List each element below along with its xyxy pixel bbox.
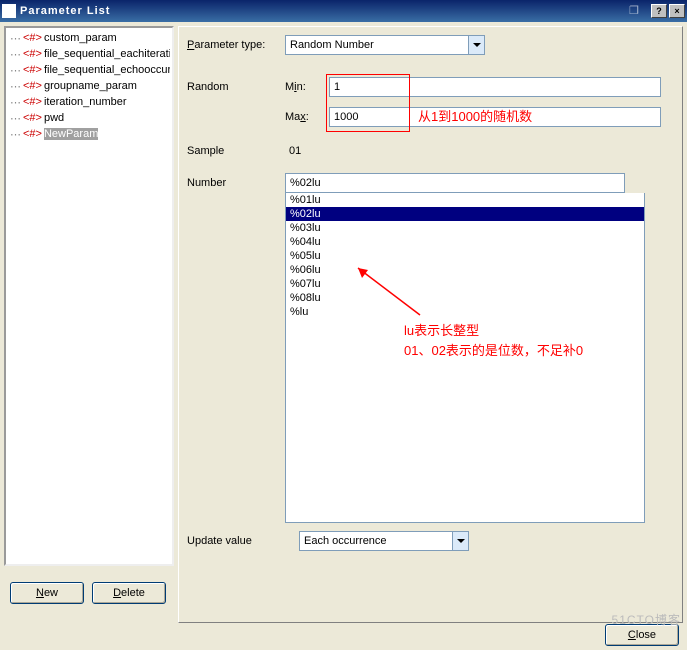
update-value-combo[interactable]: Each occurrence (299, 531, 469, 551)
tree-item[interactable]: ⋯<#> pwd (8, 110, 170, 126)
tree-button-bar: New Delete (10, 582, 166, 604)
parameter-detail-panel: Parameter type: Random Number Random Min… (178, 26, 683, 623)
random-section-label: Random (187, 81, 285, 93)
tree-item[interactable]: ⋯<#> file_sequential_echooccurr (8, 62, 170, 78)
update-value-row: Update value Each occurrence (187, 531, 674, 551)
min-label: Min: (285, 81, 329, 93)
random-max-row: Max: (187, 107, 674, 127)
tree-item[interactable]: ⋯<#> custom_param (8, 30, 170, 46)
param-type-value: Random Number (290, 39, 374, 51)
list-item[interactable]: %01lu (286, 193, 644, 207)
list-item[interactable]: %08lu (286, 291, 644, 305)
number-label: Number (187, 173, 285, 189)
list-item[interactable]: %07lu (286, 277, 644, 291)
titlebar: Parameter List ❐ ? × (0, 0, 687, 22)
number-format-listbox[interactable]: %01lu%02lu%03lu%04lu%05lu%06lu%07lu%08lu… (285, 193, 645, 523)
param-type-row: Parameter type: Random Number (187, 35, 674, 55)
sample-label: Sample (187, 145, 285, 157)
new-button[interactable]: New (10, 582, 84, 604)
tree-item[interactable]: ⋯<#> file_sequential_eachiteration (8, 46, 170, 62)
update-value-label: Update value (187, 535, 299, 547)
param-type-label: Parameter type: (187, 39, 285, 51)
random-min-row: Random Min: (187, 77, 674, 97)
tree-item[interactable]: ⋯<#> groupname_param (8, 78, 170, 94)
content-area: ⋯<#> custom_param⋯<#> file_sequential_ea… (0, 22, 687, 627)
sample-row: Sample 01 (187, 143, 674, 159)
restore-icon[interactable]: ❐ (629, 4, 645, 18)
param-type-combo[interactable]: Random Number (285, 35, 485, 55)
tree-item[interactable]: ⋯<#> iteration_number (8, 94, 170, 110)
chevron-down-icon[interactable] (468, 36, 484, 54)
list-item[interactable]: %04lu (286, 235, 644, 249)
close-button[interactable]: Close (605, 624, 679, 646)
list-item[interactable]: %lu (286, 305, 644, 319)
window-title: Parameter List (20, 5, 629, 17)
close-window-button[interactable]: × (669, 4, 685, 18)
tree-item[interactable]: ⋯<#> NewParam (8, 126, 170, 142)
list-item[interactable]: %02lu (286, 207, 644, 221)
list-item[interactable]: %05lu (286, 249, 644, 263)
app-icon (2, 4, 16, 18)
parameter-tree[interactable]: ⋯<#> custom_param⋯<#> file_sequential_ea… (4, 26, 174, 566)
max-input[interactable] (329, 107, 661, 127)
update-value-value: Each occurrence (304, 535, 387, 547)
min-input[interactable] (329, 77, 661, 97)
close-button-bar: Close (605, 624, 679, 646)
number-format-input[interactable] (285, 173, 625, 193)
max-label: Max: (285, 111, 329, 123)
list-item[interactable]: %06lu (286, 263, 644, 277)
chevron-down-icon[interactable] (452, 532, 468, 550)
help-button[interactable]: ? (651, 4, 667, 18)
number-row: Number %01lu%02lu%03lu%04lu%05lu%06lu%07… (187, 173, 674, 523)
list-item[interactable]: %03lu (286, 221, 644, 235)
sample-value: 01 (285, 143, 305, 159)
delete-button[interactable]: Delete (92, 582, 166, 604)
